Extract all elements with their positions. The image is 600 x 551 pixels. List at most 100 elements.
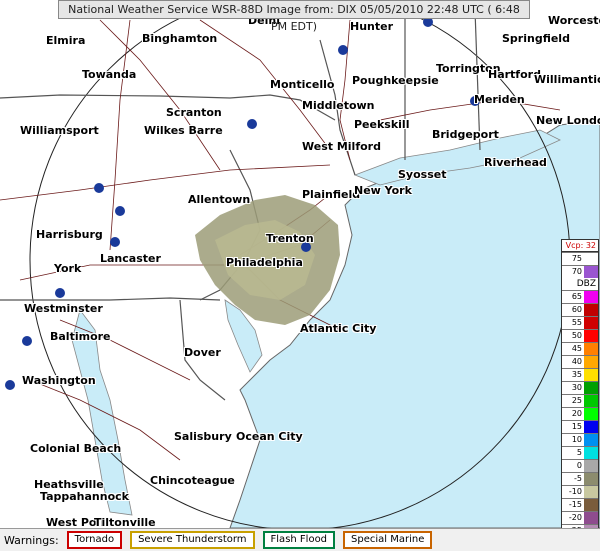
city-label: Plainfield: [302, 188, 361, 201]
city-label: Elmira: [46, 34, 86, 47]
legend-value: -25: [562, 525, 584, 528]
legend-swatch: [584, 330, 598, 342]
city-label: Syosset: [398, 168, 447, 181]
city-label: Worcester: [548, 14, 600, 27]
warnings-items: Tornado Severe Thunderstorm Flash Flood Spe…: [66, 531, 441, 549]
legend-swatch: [584, 369, 598, 381]
city-label: Wilkes Barre: [144, 124, 223, 137]
image-title: National Weather Service WSR-88D Image f…: [58, 0, 530, 33]
legend-value: 45: [562, 343, 584, 355]
legend-swatch: [584, 266, 598, 278]
city-label: Allentown: [188, 193, 251, 206]
legend-swatch: [584, 421, 598, 433]
city-label: New York: [354, 184, 412, 197]
legend-swatch: [584, 382, 598, 394]
city-label: Tappahannock: [40, 490, 129, 503]
city-label: Lancaster: [100, 252, 161, 265]
city-label: Towanda: [82, 68, 137, 81]
legend-swatch: [584, 317, 598, 329]
legend-value: 10: [562, 434, 584, 446]
warnings-label: Warnings:: [4, 533, 59, 547]
legend-swatch: [584, 486, 598, 498]
warning-toggle-flash-flood[interactable]: Flash Flood: [262, 531, 336, 549]
legend-swatch: [584, 460, 598, 472]
legend-row: 65: [562, 290, 598, 303]
legend-value: 65: [562, 291, 584, 303]
city-label: Poughkeepsie: [352, 74, 439, 87]
legend-swatch: [584, 525, 598, 528]
city-label: Ocean City: [236, 430, 303, 443]
city-label: Philadelphia: [226, 256, 303, 269]
city-label: Meriden: [474, 93, 525, 106]
legend-row: 5: [562, 446, 598, 459]
city-label: York: [54, 262, 82, 275]
legend-row: 50: [562, 329, 598, 342]
radar-map: National Weather Service WSR-88D Image f…: [0, 0, 600, 528]
legend-row: 25: [562, 394, 598, 407]
legend-unit: DBZ: [562, 278, 598, 290]
city-label: Atlantic City: [300, 322, 377, 335]
city-label: Williamsport: [20, 124, 99, 137]
legend-value: -15: [562, 499, 584, 511]
dbz-legend: Vcp: 32 75 70 DBZ 65 60 55 50 45 40 35 30 25 20 15 10 5…: [561, 239, 599, 528]
legend-swatch: [584, 291, 598, 303]
city-label: Springfield: [502, 32, 570, 45]
legend-row: -10: [562, 485, 598, 498]
city-label: Peekskill: [354, 118, 410, 131]
legend-row: 35: [562, 368, 598, 381]
city-label: Dover: [184, 346, 221, 359]
city-label: Willimantic: [534, 73, 600, 86]
city-label: Chincoteague: [150, 474, 235, 487]
city-label: Washington: [22, 374, 96, 387]
warnings-bar: Warnings: Tornado Severe Thunderstorm Flas…: [0, 528, 600, 551]
city-label: Salisbury: [174, 430, 232, 443]
legend-rows: 75 70 DBZ 65 60 55 50 45 40 35 30 25 20 15 10 5 0 -5 -10 -1…: [562, 252, 598, 528]
legend-value: 30: [562, 382, 584, 394]
legend-row: 60: [562, 303, 598, 316]
legend-swatch: [584, 253, 598, 265]
legend-value: 25: [562, 395, 584, 407]
legend-value: 0: [562, 460, 584, 472]
legend-swatch: [584, 356, 598, 368]
legend-row: 55: [562, 316, 598, 329]
legend-value: 60: [562, 304, 584, 316]
legend-value: 75: [562, 253, 584, 265]
legend-value: -5: [562, 473, 584, 485]
legend-value: 70: [562, 266, 584, 278]
legend-value: 50: [562, 330, 584, 342]
legend-value: 15: [562, 421, 584, 433]
warning-toggle-tornado[interactable]: Tornado: [66, 531, 123, 549]
city-label: West Milford: [302, 140, 381, 153]
legend-value: 5: [562, 447, 584, 459]
city-label: Harrisburg: [36, 228, 103, 241]
legend-row: 30: [562, 381, 598, 394]
city-label: Binghamton: [142, 32, 218, 45]
city-label: Middletown: [302, 99, 375, 112]
legend-row: -20: [562, 511, 598, 524]
legend-value: -10: [562, 486, 584, 498]
warning-toggle-special-marine[interactable]: Special Marine: [343, 531, 433, 549]
city-label: Scranton: [166, 106, 222, 119]
legend-row: 0: [562, 459, 598, 472]
legend-row: 10: [562, 433, 598, 446]
legend-swatch: [584, 343, 598, 355]
legend-row: -5: [562, 472, 598, 485]
legend-row: 20: [562, 407, 598, 420]
city-label: Westminster: [24, 302, 103, 315]
legend-swatch: [584, 447, 598, 459]
legend-swatch: [584, 408, 598, 420]
city-label: Colonial Beach: [30, 442, 122, 455]
legend-value: 35: [562, 369, 584, 381]
legend-swatch: [584, 473, 598, 485]
legend-value: 40: [562, 356, 584, 368]
city-label: Baltimore: [50, 330, 111, 343]
legend-row: -15: [562, 498, 598, 511]
legend-row: -25: [562, 524, 598, 528]
legend-row: 40: [562, 355, 598, 368]
legend-row: 45: [562, 342, 598, 355]
legend-swatch: [584, 304, 598, 316]
legend-row: 15: [562, 420, 598, 433]
legend-row: 70: [562, 265, 598, 278]
legend-swatch: [584, 512, 598, 524]
warning-toggle-severe-thunderstorm[interactable]: Severe Thunderstorm: [130, 531, 255, 549]
